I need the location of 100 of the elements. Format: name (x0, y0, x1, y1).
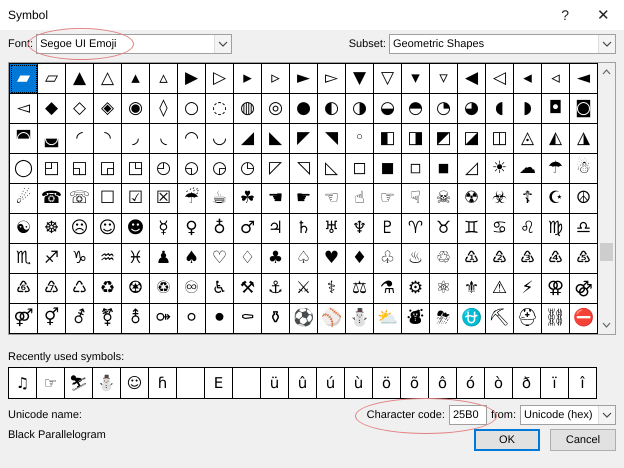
symbol-cell[interactable]: ⛄ (346, 304, 374, 334)
symbol-cell[interactable]: ⚛ (430, 274, 458, 304)
symbol-cell[interactable]: ⚱ (262, 304, 290, 334)
symbol-cell[interactable]: ♣ (262, 244, 290, 274)
symbol-cell[interactable]: ☿ (150, 214, 178, 244)
symbol-cell[interactable]: ◉ (122, 94, 150, 124)
symbol-cell[interactable]: ▹ (262, 64, 290, 94)
symbol-cell[interactable]: ♌ (514, 214, 542, 244)
symbol-cell[interactable]: ☠ (430, 184, 458, 214)
symbol-cell[interactable]: ◂ (514, 64, 542, 94)
symbol-cell[interactable]: ● (290, 94, 318, 124)
symbol-cell[interactable]: ◊ (150, 94, 178, 124)
recent-symbol-cell[interactable]: ⛷ (65, 368, 93, 398)
recent-symbol-cell[interactable]: ù (345, 368, 373, 398)
symbol-cell[interactable]: ⚰ (234, 304, 262, 334)
symbol-cell[interactable]: ☂ (542, 154, 570, 184)
symbol-cell[interactable]: ♆ (346, 214, 374, 244)
symbol-cell[interactable]: ◧ (374, 124, 402, 154)
recent-symbol-cell[interactable]: ô (429, 368, 457, 398)
symbol-cell[interactable]: ⚔ (290, 274, 318, 304)
symbol-cell[interactable]: ▼ (346, 64, 374, 94)
symbol-cell[interactable]: ⛏ (486, 304, 514, 334)
symbol-cell[interactable]: ♈ (402, 214, 430, 244)
scroll-thumb[interactable] (600, 243, 613, 261)
symbol-cell[interactable]: ◽ (402, 154, 430, 184)
recent-symbol-cell[interactable]: ó (457, 368, 485, 398)
symbol-cell[interactable]: ⚤ (10, 304, 38, 334)
symbol-cell[interactable]: ☣ (486, 184, 514, 214)
symbol-cell[interactable]: ♻ (94, 274, 122, 304)
symbol-cell[interactable]: ⛇ (402, 304, 430, 334)
symbol-cell[interactable]: ◠ (178, 124, 206, 154)
symbol-cell[interactable]: ♐ (38, 244, 66, 274)
symbol-cell[interactable]: ◃ (542, 64, 570, 94)
symbol-cell[interactable]: ◦ (346, 124, 374, 154)
symbol-cell[interactable]: ♽ (150, 274, 178, 304)
symbol-cell[interactable]: ♓ (122, 244, 150, 274)
symbol-cell[interactable]: ♊ (458, 214, 486, 244)
symbol-cell[interactable]: ⚖ (346, 274, 374, 304)
symbol-cell[interactable]: ◢ (234, 124, 262, 154)
recent-symbol-cell[interactable]: ü (261, 368, 289, 398)
symbol-cell[interactable]: ♿ (206, 274, 234, 304)
symbol-cell[interactable]: ♍ (542, 214, 570, 244)
symbol-cell[interactable]: ⚙ (402, 274, 430, 304)
symbol-cell[interactable]: ◫ (486, 124, 514, 154)
symbol-cell[interactable]: ◱ (66, 154, 94, 184)
symbol-cell[interactable]: ♋ (486, 214, 514, 244)
symbol-cell[interactable]: ◟ (150, 124, 178, 154)
symbol-cell[interactable]: ⚠ (486, 274, 514, 304)
scrollbar[interactable] (598, 63, 615, 334)
symbol-cell[interactable]: ♤ (290, 244, 318, 274)
symbol-cell[interactable]: ☺ (94, 214, 122, 244)
dropdown-caret-icon[interactable] (598, 406, 615, 424)
symbol-cell[interactable]: ☟ (402, 184, 430, 214)
symbol-cell[interactable]: ◣ (262, 124, 290, 154)
symbol-cell[interactable]: ◬ (514, 124, 542, 154)
symbol-cell[interactable]: ⚗ (374, 274, 402, 304)
symbol-cell[interactable]: ⚩ (150, 304, 178, 334)
from-dropdown[interactable]: Unicode (hex) (520, 405, 616, 425)
symbol-cell[interactable]: ⚧ (94, 304, 122, 334)
close-button[interactable]: ✕ (587, 2, 620, 28)
symbol-cell[interactable]: ⚦ (66, 304, 94, 334)
symbol-cell[interactable]: ♲ (430, 244, 458, 274)
symbol-cell[interactable]: ◜ (66, 124, 94, 154)
symbol-cell[interactable]: ◤ (290, 124, 318, 154)
recent-symbol-cell[interactable]: ò (485, 368, 513, 398)
symbol-cell[interactable]: ◚ (10, 124, 38, 154)
symbol-cell[interactable]: ⛑ (514, 304, 542, 334)
recent-symbol-cell[interactable]: ï (541, 368, 569, 398)
symbol-cell[interactable]: ○ (178, 94, 206, 124)
symbol-cell[interactable]: ◹ (290, 154, 318, 184)
symbol-cell[interactable]: ◀ (458, 64, 486, 94)
symbol-cell[interactable]: ⛓ (542, 304, 570, 334)
symbol-cell[interactable]: ◛ (38, 124, 66, 154)
symbol-cell[interactable]: ♁ (206, 214, 234, 244)
symbol-cell[interactable]: ♵ (514, 244, 542, 274)
symbol-cell[interactable]: ⚕ (318, 274, 346, 304)
symbol-cell[interactable]: ♼ (122, 274, 150, 304)
symbol-cell[interactable]: ⚨ (122, 304, 150, 334)
symbol-cell[interactable]: ☑ (122, 184, 150, 214)
symbol-cell[interactable]: ▻ (318, 64, 346, 94)
dialog-button[interactable]: Cancel (550, 429, 616, 451)
symbol-cell[interactable]: ◍ (234, 94, 262, 124)
symbol-cell[interactable]: ☢ (458, 184, 486, 214)
symbol-cell[interactable]: ♠ (178, 244, 206, 274)
symbol-cell[interactable]: ◩ (430, 124, 458, 154)
recent-symbol-cell[interactable]: ɦ (149, 368, 177, 398)
symbol-cell[interactable]: ♢ (234, 244, 262, 274)
symbol-cell[interactable]: ♥ (318, 244, 346, 274)
symbol-cell[interactable]: ♄ (290, 214, 318, 244)
symbol-cell[interactable]: ◌ (206, 94, 234, 124)
recent-symbol-cell[interactable]: ⛄ (93, 368, 121, 398)
character-code-field[interactable]: 25B0 (448, 405, 487, 425)
symbol-cell[interactable]: ⚪ (178, 304, 206, 334)
symbol-cell[interactable]: ☏ (66, 184, 94, 214)
symbol-cell[interactable]: ⚒ (234, 274, 262, 304)
symbol-cell[interactable]: ◅ (10, 94, 38, 124)
symbol-cell[interactable]: ◿ (458, 154, 486, 184)
symbol-cell[interactable]: ☞ (374, 184, 402, 214)
symbol-cell[interactable]: ♴ (486, 244, 514, 274)
symbol-cell[interactable]: ▵ (150, 64, 178, 94)
